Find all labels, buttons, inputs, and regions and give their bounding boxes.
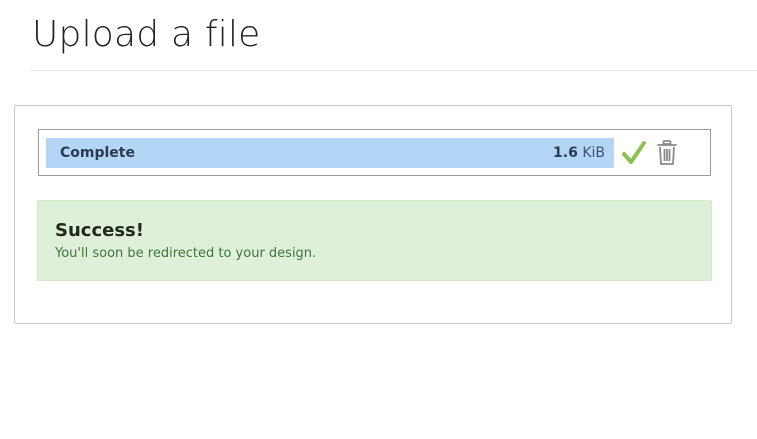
page-title: Upload a file [32, 14, 261, 55]
alert-message: You'll soon be redirected to your design… [55, 246, 317, 261]
upload-panel: Complete 1.6 KiB Success! You'll soon be… [14, 105, 732, 324]
success-alert: Success! You'll soon be redirected to yo… [37, 200, 712, 281]
alert-title: Success! [55, 220, 144, 241]
checkmark-icon [622, 141, 646, 164]
delete-file-button[interactable] [655, 139, 679, 167]
file-size: 1.6 KiB [553, 138, 605, 168]
trash-icon [657, 140, 677, 165]
file-size-value: 1.6 [553, 145, 578, 161]
upload-page: Upload a file Complete 1.6 KiB Success! … [0, 0, 757, 439]
title-divider [30, 70, 757, 71]
file-size-unit: KiB [582, 145, 605, 161]
upload-progress-bar: Complete 1.6 KiB [46, 138, 614, 168]
upload-status-label: Complete [60, 145, 135, 161]
uploaded-file-row: Complete 1.6 KiB [38, 129, 711, 176]
